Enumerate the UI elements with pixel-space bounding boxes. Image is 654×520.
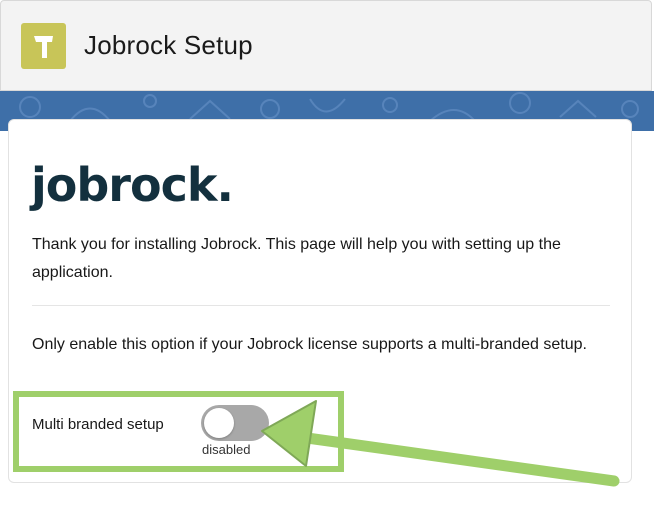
annotation-arrow xyxy=(261,400,620,487)
